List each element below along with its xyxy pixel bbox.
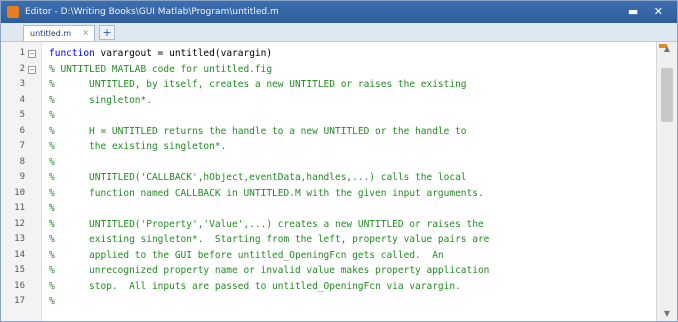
title-bar: Editor - D:\Writing Books\GUI Matlab\Pro…: [1, 1, 677, 23]
line-number-gutter: 1−2−3 4 5 6 7 8 9 10 11 12 13 14 15 16 17: [1, 42, 42, 321]
comment-text: %: [49, 296, 55, 307]
line-number: 3: [19, 79, 25, 89]
code-line[interactable]: % singleton*.: [49, 93, 657, 109]
code-line[interactable]: % UNTITLED MATLAB code for untitled.fig: [49, 62, 657, 78]
code-line[interactable]: % UNTITLED('Property','Value',...) creat…: [49, 217, 657, 233]
comment-text: % UNTITLED('CALLBACK',hObject,eventData,…: [49, 172, 467, 183]
scroll-up-icon[interactable]: ▲: [661, 44, 673, 54]
line-number: 11: [14, 203, 25, 213]
code-line[interactable]: %: [49, 201, 657, 217]
line-number: 14: [14, 249, 25, 260]
comment-text: % the existing singleton*.: [49, 141, 227, 152]
comment-text: % stop. All inputs are passed to untitle…: [49, 280, 461, 292]
code-line[interactable]: %: [49, 155, 657, 171]
comment-text: %: [49, 203, 55, 214]
line-number: 13: [14, 234, 25, 244]
window-title: Editor - D:\Writing Books\GUI Matlab\Pro…: [25, 7, 279, 17]
comment-text: % unrecognized property name or invalid …: [49, 265, 490, 276]
code-line[interactable]: %: [49, 294, 657, 310]
comment-text: % H = UNTITLED returns the handle to a n…: [49, 125, 467, 137]
line-number: 5: [19, 110, 25, 120]
window-control-buttons[interactable]: ▬ ✕: [628, 1, 669, 23]
code-line[interactable]: % UNTITLED, by itself, creates a new UNT…: [49, 77, 657, 93]
line-number: 1: [19, 48, 25, 58]
line-number: 6: [19, 125, 25, 136]
code-editor[interactable]: 1−2−3 4 5 6 7 8 9 10 11 12 13 14 15 16 17 function var…: [1, 42, 677, 321]
comment-text: %: [49, 156, 55, 168]
line-number: 12: [14, 218, 25, 229]
comment-text: % existing singleton*. Starting from the…: [49, 234, 490, 245]
line-number: 8: [19, 156, 25, 167]
comment-text: %: [49, 110, 55, 121]
code-text: varargout = untitled(varargin): [100, 48, 273, 59]
new-tab-button[interactable]: +: [99, 25, 115, 40]
scroll-thumb[interactable]: [661, 68, 673, 122]
code-line[interactable]: % applied to the GUI before untitled_Ope…: [49, 248, 657, 264]
scroll-down-icon[interactable]: ▼: [661, 309, 673, 319]
tab-label: untitled.m: [30, 29, 72, 38]
line-number: 17: [14, 296, 25, 306]
code-line[interactable]: %: [49, 108, 657, 124]
editor-window: Editor - D:\Writing Books\GUI Matlab\Pro…: [0, 0, 678, 322]
fold-toggle-icon[interactable]: −: [28, 65, 36, 74]
code-line[interactable]: % stop. All inputs are passed to untitle…: [49, 279, 657, 295]
comment-text: % singleton*.: [49, 94, 152, 106]
comment-text: % UNTITLED, by itself, creates a new UNT…: [49, 79, 467, 90]
code-line[interactable]: % unrecognized property name or invalid …: [49, 263, 657, 279]
line-number: 9: [19, 172, 25, 182]
code-line[interactable]: % existing singleton*. Starting from the…: [49, 232, 657, 248]
comment-text: % UNTITLED('Property','Value',...) creat…: [49, 218, 484, 230]
line-number: 2: [19, 63, 25, 74]
code-line[interactable]: % H = UNTITLED returns the handle to a n…: [49, 124, 657, 140]
code-line[interactable]: % UNTITLED('CALLBACK',hObject,eventData,…: [49, 170, 657, 186]
comment-text: % function named CALLBACK in UNTITLED.M …: [49, 187, 484, 199]
code-line[interactable]: % function named CALLBACK in UNTITLED.M …: [49, 186, 657, 202]
code-line[interactable]: % the existing singleton*.: [49, 139, 657, 155]
code-line[interactable]: function varargout = untitled(varargin): [49, 46, 657, 62]
fold-toggle-icon[interactable]: −: [28, 50, 36, 58]
tab-close-icon[interactable]: ×: [82, 28, 89, 37]
line-number: 16: [14, 280, 25, 291]
matlab-editor-icon: [7, 6, 19, 18]
line-number: 15: [14, 265, 25, 275]
tab-untitled-m[interactable]: untitled.m ×: [23, 25, 95, 41]
comment-text: % applied to the GUI before untitled_Ope…: [49, 249, 444, 261]
code-area[interactable]: function varargout = untitled(varargin)%…: [41, 42, 657, 321]
vertical-scrollbar[interactable]: ▲ ▼: [656, 42, 677, 321]
line-number: 7: [19, 141, 25, 151]
line-number: 4: [19, 94, 25, 105]
line-number: 10: [14, 187, 25, 198]
comment-text: % UNTITLED MATLAB code for untitled.fig: [49, 63, 273, 75]
file-tab-strip: untitled.m × +: [1, 23, 677, 42]
keyword-token: function: [49, 48, 101, 59]
